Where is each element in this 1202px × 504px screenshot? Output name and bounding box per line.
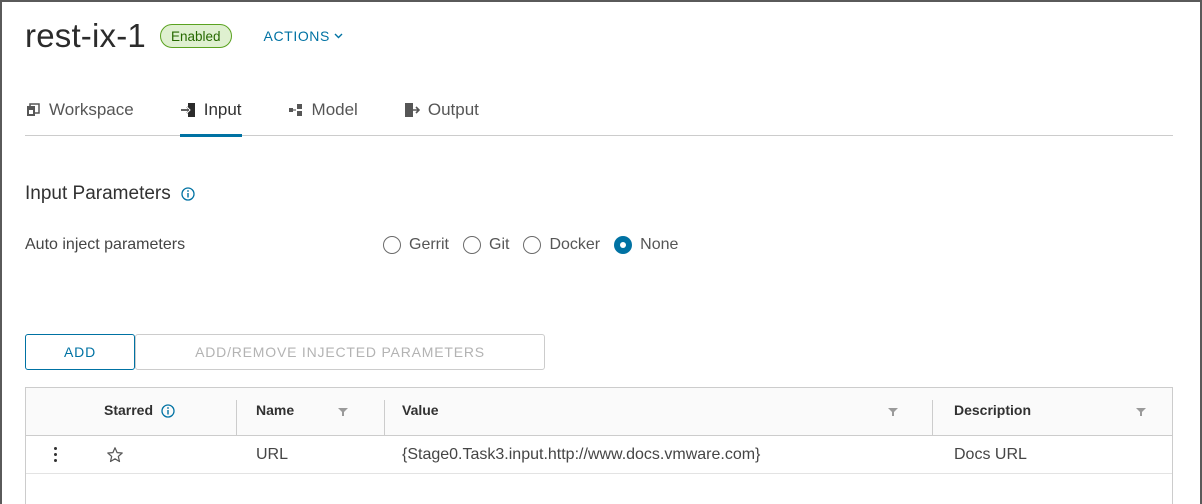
chevron-down-icon (334, 33, 343, 39)
column-header-name[interactable]: Name (256, 388, 294, 435)
section-title: Input Parameters (25, 183, 195, 205)
radio-circle[interactable] (523, 236, 542, 254)
table-row[interactable]: URL {Stage0.Task3.input.http://www.docs.… (26, 436, 1172, 474)
radio-git[interactable]: Git (463, 236, 509, 254)
model-icon (288, 104, 302, 116)
workspace-icon (27, 103, 40, 116)
radio-label: Gerrit (409, 236, 449, 253)
auto-inject-radio-group: Gerrit Git Docker None (383, 234, 692, 256)
input-icon (180, 103, 195, 117)
column-separator[interactable] (384, 400, 385, 436)
column-header-description[interactable]: Description (954, 388, 1031, 435)
filter-icon[interactable] (888, 408, 898, 416)
filter-icon[interactable] (1136, 408, 1146, 416)
header: rest-ix-1 Enabled ACTIONS (25, 14, 343, 58)
radio-circle[interactable] (463, 236, 481, 254)
radio-circle[interactable] (383, 236, 401, 254)
auto-inject-label: Auto inject parameters (25, 236, 186, 253)
tab-label: Input (203, 100, 242, 119)
actions-dropdown[interactable]: ACTIONS (264, 28, 343, 44)
output-icon (404, 103, 420, 117)
column-header-label: Name (256, 402, 295, 418)
add-button[interactable]: ADD (25, 334, 135, 370)
star-icon[interactable] (106, 446, 124, 464)
cell-description: Docs URL (954, 445, 1027, 463)
cell-value: {Stage0.Task3.input.http://www.docs.vmwa… (402, 445, 761, 463)
cell-name: URL (256, 445, 289, 463)
star-toggle[interactable] (106, 436, 124, 473)
column-separator[interactable] (236, 400, 237, 436)
radio-label: None (640, 236, 679, 253)
status-badge: Enabled (159, 24, 232, 48)
column-separator[interactable] (932, 400, 933, 436)
column-header-label: Starred (104, 402, 154, 418)
filter-icon[interactable] (338, 408, 348, 416)
radio-label: Git (489, 236, 510, 253)
tab-workspace[interactable]: Workspace (25, 92, 134, 136)
tab-model[interactable]: Model (288, 92, 358, 136)
radio-docker[interactable]: Docker (523, 236, 600, 254)
tab-output[interactable]: Output (404, 92, 479, 136)
actions-label: ACTIONS (263, 28, 330, 44)
section-title-text: Input Parameters (25, 183, 171, 204)
grid-header: Starred Name Value Description (26, 388, 1172, 436)
page-title: rest-ix-1 (25, 17, 146, 54)
tab-bar: Workspace Input Model Output (25, 92, 1173, 137)
radio-gerrit[interactable]: Gerrit (383, 236, 449, 254)
parameters-grid: Starred Name Value Description URL {Stag… (25, 387, 1173, 504)
tab-label: Output (427, 100, 479, 119)
radio-circle[interactable] (614, 236, 633, 254)
info-icon[interactable] (161, 404, 175, 418)
tab-label: Model (311, 100, 358, 119)
column-header-label: Value (402, 402, 439, 418)
info-icon[interactable] (181, 187, 195, 201)
row-actions-kebab-icon[interactable] (54, 436, 57, 473)
column-header-starred: Starred (104, 388, 175, 435)
button-row: ADD ADD/REMOVE INJECTED PARAMETERS (25, 334, 545, 370)
column-header-label: Description (954, 402, 1032, 418)
tab-label: Workspace (49, 100, 134, 119)
add-remove-injected-parameters-button[interactable]: ADD/REMOVE INJECTED PARAMETERS (135, 334, 545, 370)
column-header-value[interactable]: Value (402, 388, 439, 435)
radio-none[interactable]: None (614, 236, 678, 254)
tab-input[interactable]: Input (179, 92, 242, 137)
radio-label: Docker (549, 236, 601, 253)
